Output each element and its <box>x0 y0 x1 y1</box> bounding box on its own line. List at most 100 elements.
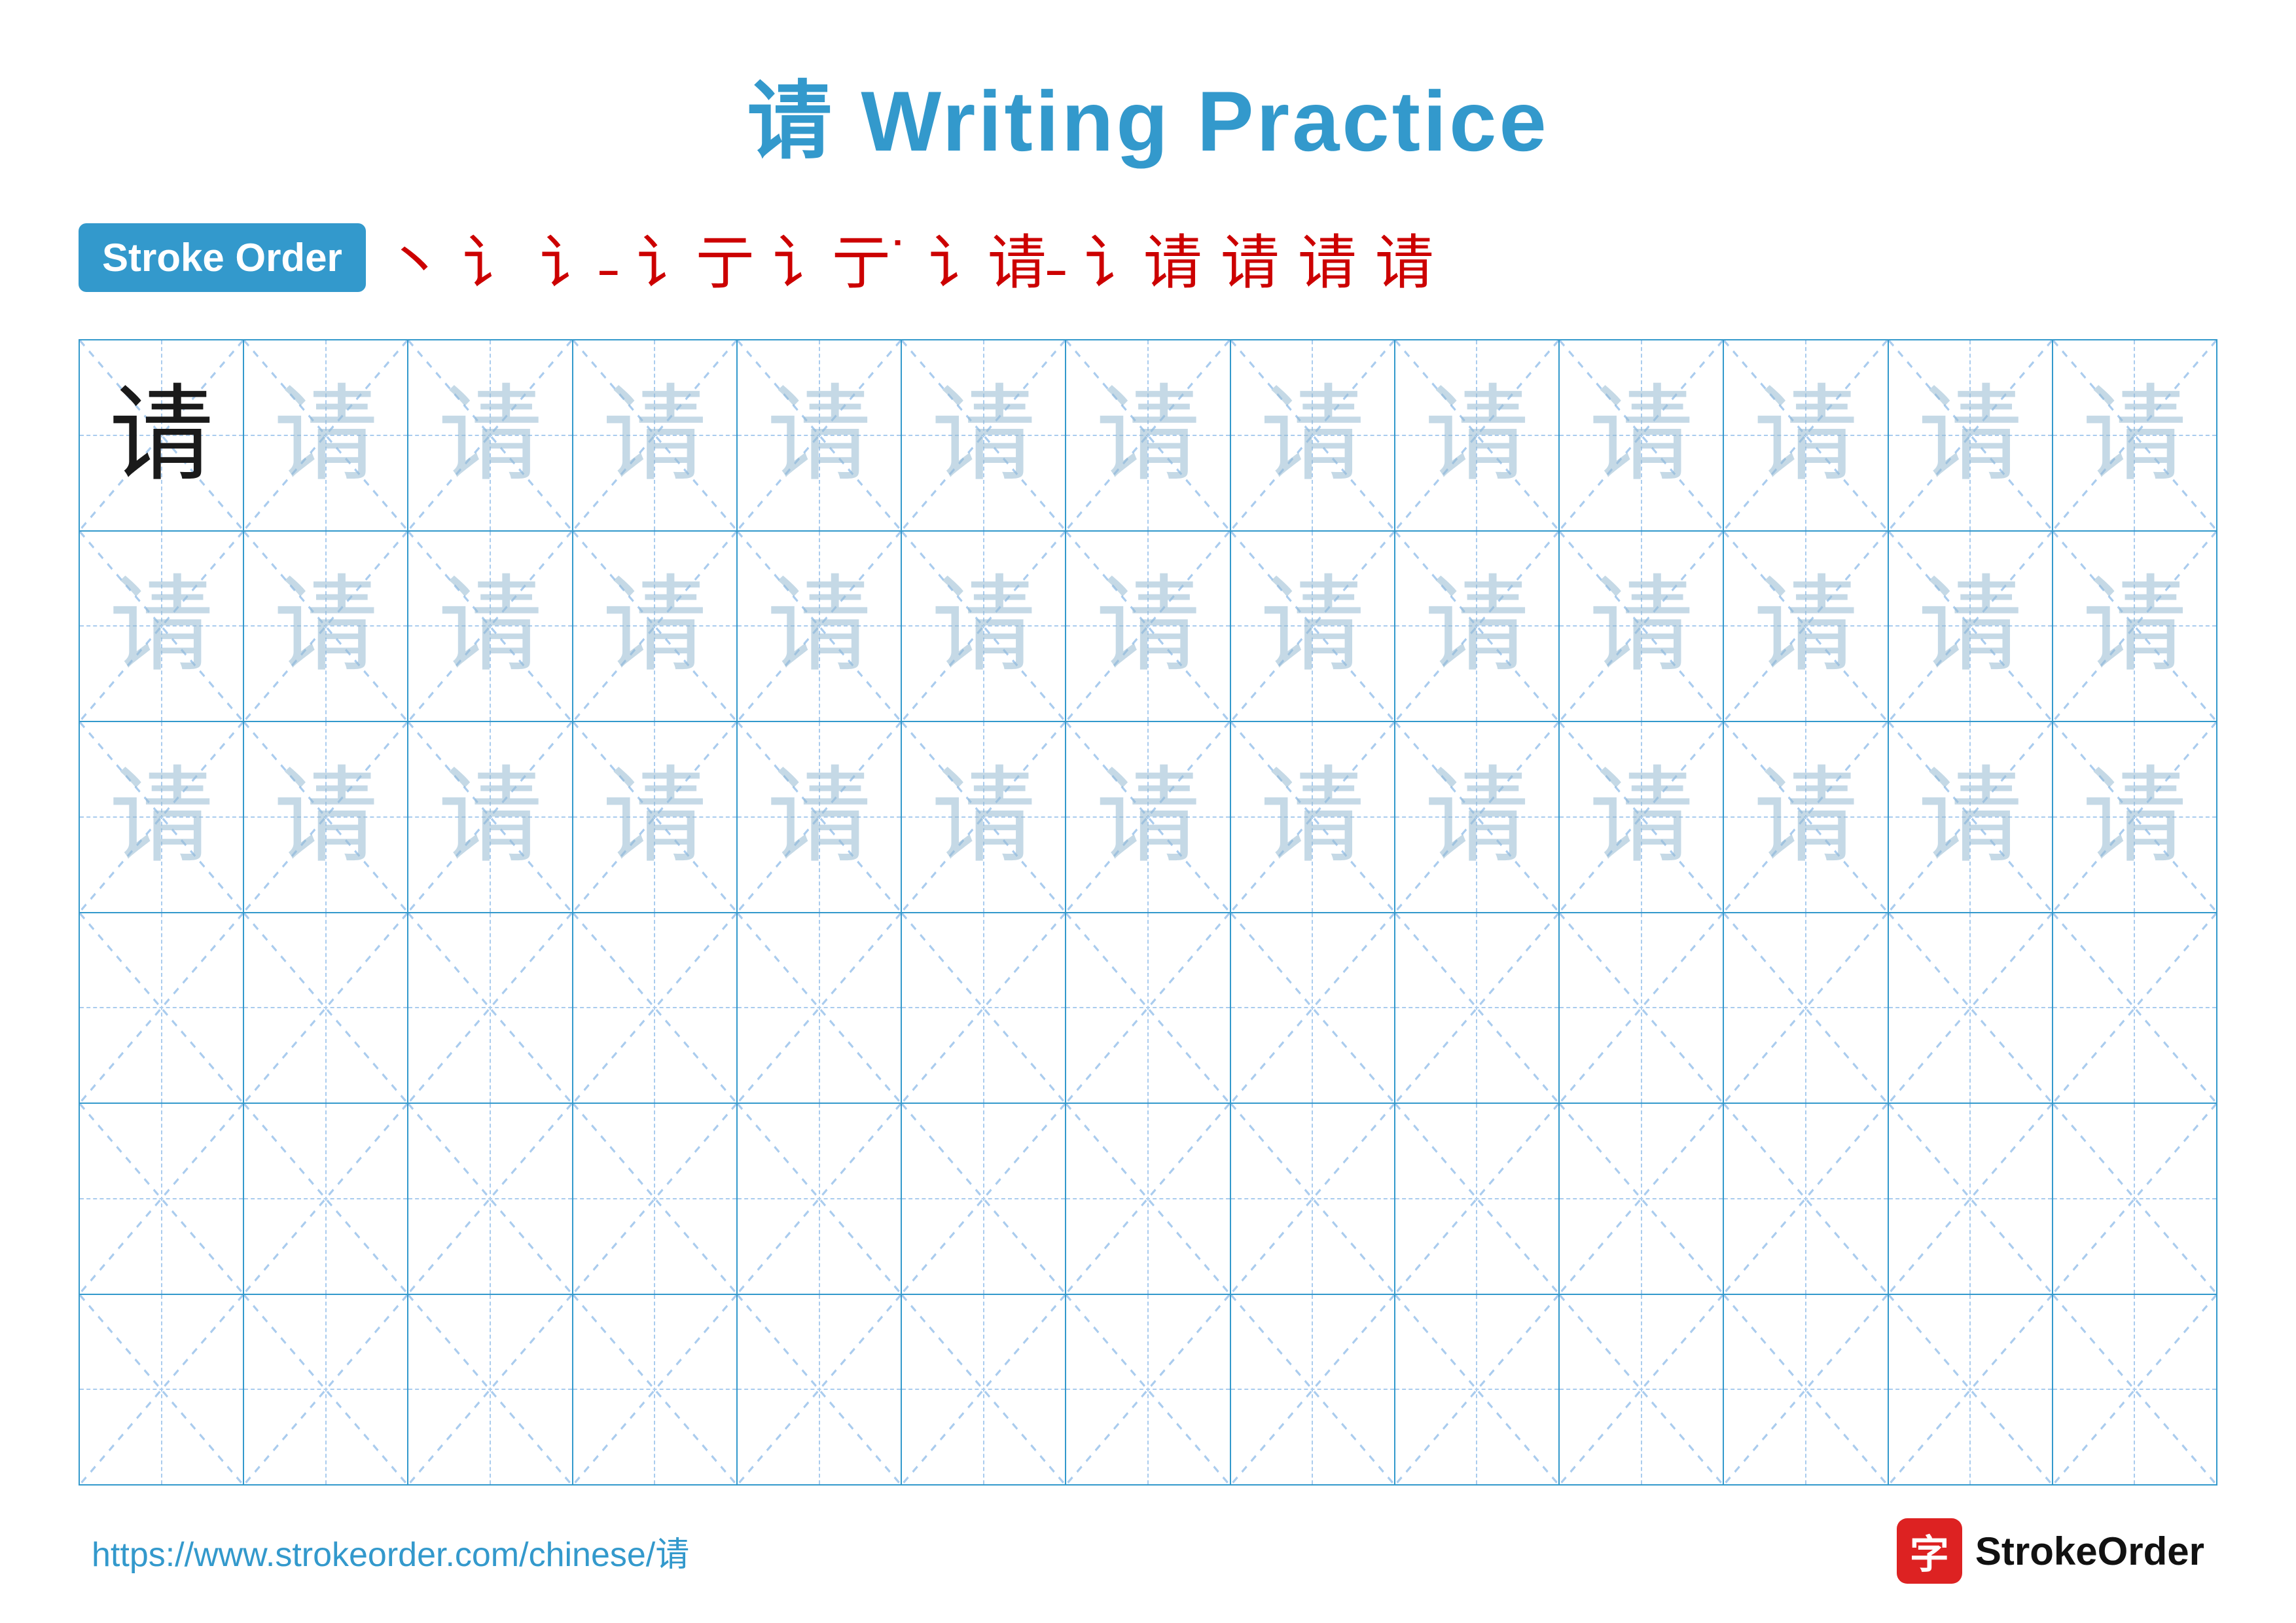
grid-cell-2-11[interactable]: 请 <box>1889 722 2053 912</box>
grid-cell-5-9[interactable] <box>1560 1295 1724 1485</box>
grid-cell-1-4[interactable]: 请 <box>738 532 902 721</box>
cell-guide-lines <box>1724 1104 1887 1294</box>
grid-cell-4-2[interactable] <box>408 1104 573 1294</box>
footer-logo: 字 StrokeOrder <box>1897 1518 2204 1584</box>
grid-cell-1-9[interactable]: 请 <box>1560 532 1724 721</box>
grid-cell-4-10[interactable] <box>1724 1104 1888 1294</box>
grid-cell-5-11[interactable] <box>1889 1295 2053 1485</box>
grid-cell-1-3[interactable]: 请 <box>573 532 738 721</box>
grid-cell-1-12[interactable]: 请 <box>2053 532 2216 721</box>
grid-cell-5-2[interactable] <box>408 1295 573 1485</box>
grid-cell-0-3[interactable]: 请 <box>573 340 738 530</box>
grid-cell-2-1[interactable]: 请 <box>244 722 408 912</box>
grid-cell-1-7[interactable]: 请 <box>1231 532 1395 721</box>
grid-cell-5-0[interactable] <box>80 1295 244 1485</box>
grid-cell-2-9[interactable]: 请 <box>1560 722 1724 912</box>
grid-cell-0-8[interactable]: 请 <box>1395 340 1560 530</box>
grid-cell-2-3[interactable]: 请 <box>573 722 738 912</box>
cell-guide-lines <box>902 1295 1065 1485</box>
cell-guide-lines <box>1395 1104 1558 1294</box>
grid-cell-3-2[interactable] <box>408 913 573 1103</box>
grid-cell-1-11[interactable]: 请 <box>1889 532 2053 721</box>
grid-cell-4-1[interactable] <box>244 1104 408 1294</box>
grid-cell-4-5[interactable] <box>902 1104 1066 1294</box>
grid-cell-4-9[interactable] <box>1560 1104 1724 1294</box>
grid-cell-3-6[interactable] <box>1066 913 1230 1103</box>
grid-cell-5-12[interactable] <box>2053 1295 2216 1485</box>
grid-cell-5-7[interactable] <box>1231 1295 1395 1485</box>
grid-cell-3-5[interactable] <box>902 913 1066 1103</box>
grid-cell-3-4[interactable] <box>738 913 902 1103</box>
grid-cell-3-8[interactable] <box>1395 913 1560 1103</box>
cell-char-0-2: 请 <box>438 383 543 488</box>
grid-cell-2-6[interactable]: 请 <box>1066 722 1230 912</box>
grid-cell-1-2[interactable]: 请 <box>408 532 573 721</box>
grid-cell-0-12[interactable]: 请 <box>2053 340 2216 530</box>
grid-cell-4-12[interactable] <box>2053 1104 2216 1294</box>
cell-guide-lines <box>1066 913 1229 1103</box>
cell-char-2-4: 请 <box>767 765 872 869</box>
cell-guide-lines <box>1560 913 1723 1103</box>
grid-cell-4-11[interactable] <box>1889 1104 2053 1294</box>
grid-cell-2-8[interactable]: 请 <box>1395 722 1560 912</box>
grid-cell-1-10[interactable]: 请 <box>1724 532 1888 721</box>
grid-cell-0-1[interactable]: 请 <box>244 340 408 530</box>
grid-cell-5-10[interactable] <box>1724 1295 1888 1485</box>
grid-cell-0-7[interactable]: 请 <box>1231 340 1395 530</box>
grid-cell-3-7[interactable] <box>1231 913 1395 1103</box>
grid-cell-5-4[interactable] <box>738 1295 902 1485</box>
grid-cell-1-8[interactable]: 请 <box>1395 532 1560 721</box>
grid-cell-1-6[interactable]: 请 <box>1066 532 1230 721</box>
grid-cell-5-3[interactable] <box>573 1295 738 1485</box>
cell-guide-lines <box>1889 913 2052 1103</box>
cell-char-1-9: 请 <box>1589 574 1694 678</box>
grid-row-1: 请 请 请 请 请 请 请 请 <box>80 532 2216 723</box>
grid-cell-5-6[interactable] <box>1066 1295 1230 1485</box>
grid-cell-2-7[interactable]: 请 <box>1231 722 1395 912</box>
cell-char-2-10: 请 <box>1753 765 1858 869</box>
grid-cell-3-9[interactable] <box>1560 913 1724 1103</box>
grid-cell-4-3[interactable] <box>573 1104 738 1294</box>
cell-guide-lines <box>738 913 901 1103</box>
grid-cell-0-11[interactable]: 请 <box>1889 340 2053 530</box>
grid-cell-0-9[interactable]: 请 <box>1560 340 1724 530</box>
cell-guide-lines <box>902 913 1065 1103</box>
grid-cell-1-1[interactable]: 请 <box>244 532 408 721</box>
grid-cell-0-5[interactable]: 请 <box>902 340 1066 530</box>
footer-url[interactable]: https://www.strokeorder.com/chinese/请 <box>92 1527 689 1576</box>
grid-cell-2-12[interactable]: 请 <box>2053 722 2216 912</box>
stroke-seq-char-6: 讠请 <box>1085 215 1202 300</box>
grid-cell-2-0[interactable]: 请 <box>80 722 244 912</box>
grid-cell-2-4[interactable]: 请 <box>738 722 902 912</box>
grid-cell-0-0[interactable]: 请 <box>80 340 244 530</box>
grid-cell-5-5[interactable] <box>902 1295 1066 1485</box>
grid-cell-4-0[interactable] <box>80 1104 244 1294</box>
grid-cell-4-8[interactable] <box>1395 1104 1560 1294</box>
grid-cell-0-6[interactable]: 请 <box>1066 340 1230 530</box>
grid-cell-2-2[interactable]: 请 <box>408 722 573 912</box>
cell-guide-lines <box>244 1104 407 1294</box>
grid-cell-4-7[interactable] <box>1231 1104 1395 1294</box>
grid-cell-2-5[interactable]: 请 <box>902 722 1066 912</box>
grid-cell-3-12[interactable] <box>2053 913 2216 1103</box>
grid-cell-3-1[interactable] <box>244 913 408 1103</box>
grid-cell-3-11[interactable] <box>1889 913 2053 1103</box>
grid-cell-1-0[interactable]: 请 <box>80 532 244 721</box>
grid-cell-5-8[interactable] <box>1395 1295 1560 1485</box>
grid-cell-2-10[interactable]: 请 <box>1724 722 1888 912</box>
grid-cell-5-1[interactable] <box>244 1295 408 1485</box>
cell-char-1-3: 请 <box>602 574 707 678</box>
cell-guide-lines <box>1231 1104 1394 1294</box>
grid-cell-4-6[interactable] <box>1066 1104 1230 1294</box>
grid-cell-4-4[interactable] <box>738 1104 902 1294</box>
cell-guide-lines <box>1889 1104 2052 1294</box>
grid-cell-3-3[interactable] <box>573 913 738 1103</box>
grid-cell-3-0[interactable] <box>80 913 244 1103</box>
grid-row-4 <box>80 1104 2216 1295</box>
grid-cell-3-10[interactable] <box>1724 913 1888 1103</box>
grid-cell-1-5[interactable]: 请 <box>902 532 1066 721</box>
grid-cell-0-10[interactable]: 请 <box>1724 340 1888 530</box>
grid-cell-0-2[interactable]: 请 <box>408 340 573 530</box>
grid-cell-0-4[interactable]: 请 <box>738 340 902 530</box>
cell-char-1-11: 请 <box>1918 574 2022 678</box>
